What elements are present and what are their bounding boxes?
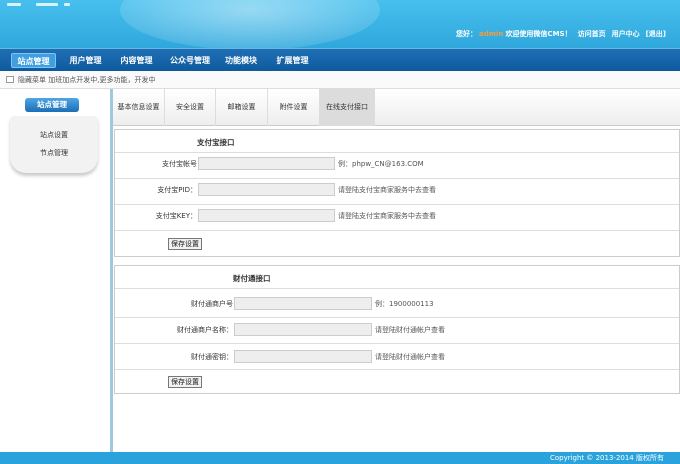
- alipay-account-hint: 例：phpw_CN@163.COM: [338, 160, 424, 168]
- alipay-account-label: 支付宝帐号: [162, 160, 197, 168]
- visit-home-link[interactable]: 访问首页: [578, 30, 606, 38]
- tenpay-merchant-name-hint: 请登陆财付通帐户查看: [375, 326, 445, 334]
- alipay-section: 支付宝接口 支付宝帐号 例：phpw_CN@163.COM 支付宝PID： 请登…: [114, 129, 680, 257]
- username-text[interactable]: admin: [479, 30, 503, 38]
- tenpay-secret-key-hint: 请登陆财付通帐户查看: [375, 353, 445, 361]
- alipay-key-label: 支付宝KEY：: [155, 212, 197, 220]
- footer: Copyright © 2013-2014 版权所有: [0, 452, 680, 464]
- user-center-link[interactable]: 用户中心: [612, 30, 640, 38]
- nav-extensions[interactable]: 扩展管理: [270, 53, 315, 68]
- row-divider: [115, 317, 679, 318]
- header-glow: [120, 0, 380, 48]
- alipay-pid-label: 支付宝PID：: [157, 186, 197, 194]
- welcome-text: 欢迎使用微信CMS！: [505, 30, 572, 38]
- tenpay-merchant-id-input[interactable]: [234, 297, 372, 310]
- breadcrumb-bar: 隐藏菜单 加班加点开发中,更多功能，开发中: [0, 71, 680, 89]
- row-divider: [115, 178, 679, 179]
- main-nav: 站点管理 用户管理 内容管理 公众号管理 功能模块 扩展管理: [0, 48, 680, 71]
- sidebar-item-node-management[interactable]: 节点管理: [10, 148, 98, 158]
- logo-mark: [64, 3, 70, 6]
- breadcrumb: 隐藏菜单 加班加点开发中,更多功能，开发中: [18, 76, 156, 84]
- tenpay-merchant-id-hint: 例：1900000113: [375, 300, 434, 308]
- tenpay-merchant-id-label: 财付通商户号: [191, 300, 233, 308]
- nav-official-account[interactable]: 公众号管理: [165, 53, 215, 68]
- tenpay-merchant-name-label: 财付通商户名称：: [177, 326, 233, 334]
- settings-tabs: 基本信息设置 安全设置 邮箱设置 附件设置 在线支付接口: [113, 89, 680, 126]
- tenpay-secret-key-label: 财付通密钥：: [191, 353, 233, 361]
- tenpay-merchant-name-input[interactable]: [234, 323, 372, 336]
- sidebar-title-button[interactable]: 站点管理: [25, 98, 79, 112]
- alipay-key-input[interactable]: [198, 209, 335, 222]
- nav-content-management[interactable]: 内容管理: [114, 53, 159, 68]
- tenpay-section-title: 财付通接口: [233, 274, 271, 283]
- header-user-links: 您好： admin 欢迎使用微信CMS！ 访问首页 用户中心 [退出]: [456, 29, 666, 39]
- row-divider: [115, 369, 679, 370]
- sidebar-menu-panel: 站点设置 节点管理: [10, 116, 98, 173]
- nav-user-management[interactable]: 用户管理: [63, 53, 108, 68]
- tab-security[interactable]: 安全设置: [165, 89, 216, 126]
- nav-site-management[interactable]: 站点管理: [11, 53, 56, 68]
- nav-modules[interactable]: 功能模块: [220, 53, 262, 68]
- menu-toggle-icon[interactable]: [6, 76, 14, 83]
- tab-attachment[interactable]: 附件设置: [268, 89, 320, 126]
- tab-basic-info[interactable]: 基本信息设置: [113, 89, 165, 126]
- tab-email[interactable]: 邮箱设置: [216, 89, 268, 126]
- tenpay-secret-key-input[interactable]: [234, 350, 372, 363]
- row-divider: [115, 152, 679, 153]
- alipay-account-input[interactable]: [198, 157, 335, 170]
- tab-online-payment[interactable]: 在线支付接口: [320, 89, 375, 126]
- main-content: 基本信息设置 安全设置 邮箱设置 附件设置 在线支付接口 支付宝接口 支付宝帐号…: [113, 89, 680, 452]
- greeting-text: 您好：: [456, 30, 478, 38]
- alipay-save-button[interactable]: 保存设置: [168, 238, 202, 250]
- header-banner: 您好： admin 欢迎使用微信CMS！ 访问首页 用户中心 [退出]: [0, 0, 680, 48]
- row-divider: [115, 230, 679, 231]
- alipay-pid-hint: 请登陆支付宝商家服务中去查看: [338, 186, 436, 194]
- logout-link[interactable]: [退出]: [646, 30, 666, 38]
- copyright-text: Copyright © 2013-2014 版权所有: [549, 454, 664, 462]
- logo-mark: [7, 3, 21, 6]
- tenpay-section: 财付通接口 财付通商户号 例：1900000113 财付通商户名称： 请登陆财付…: [114, 265, 680, 394]
- row-divider: [115, 288, 679, 289]
- row-divider: [115, 343, 679, 344]
- row-divider: [115, 204, 679, 205]
- alipay-pid-input[interactable]: [198, 183, 335, 196]
- alipay-key-hint: 请登陆支付宝商家服务中去查看: [338, 212, 436, 220]
- tenpay-save-button[interactable]: 保存设置: [168, 376, 202, 388]
- sidebar-item-site-settings[interactable]: 站点设置: [10, 130, 98, 140]
- logo-mark: [36, 3, 58, 6]
- sidebar: 站点管理 站点设置 节点管理: [0, 89, 113, 452]
- alipay-section-title: 支付宝接口: [197, 138, 235, 147]
